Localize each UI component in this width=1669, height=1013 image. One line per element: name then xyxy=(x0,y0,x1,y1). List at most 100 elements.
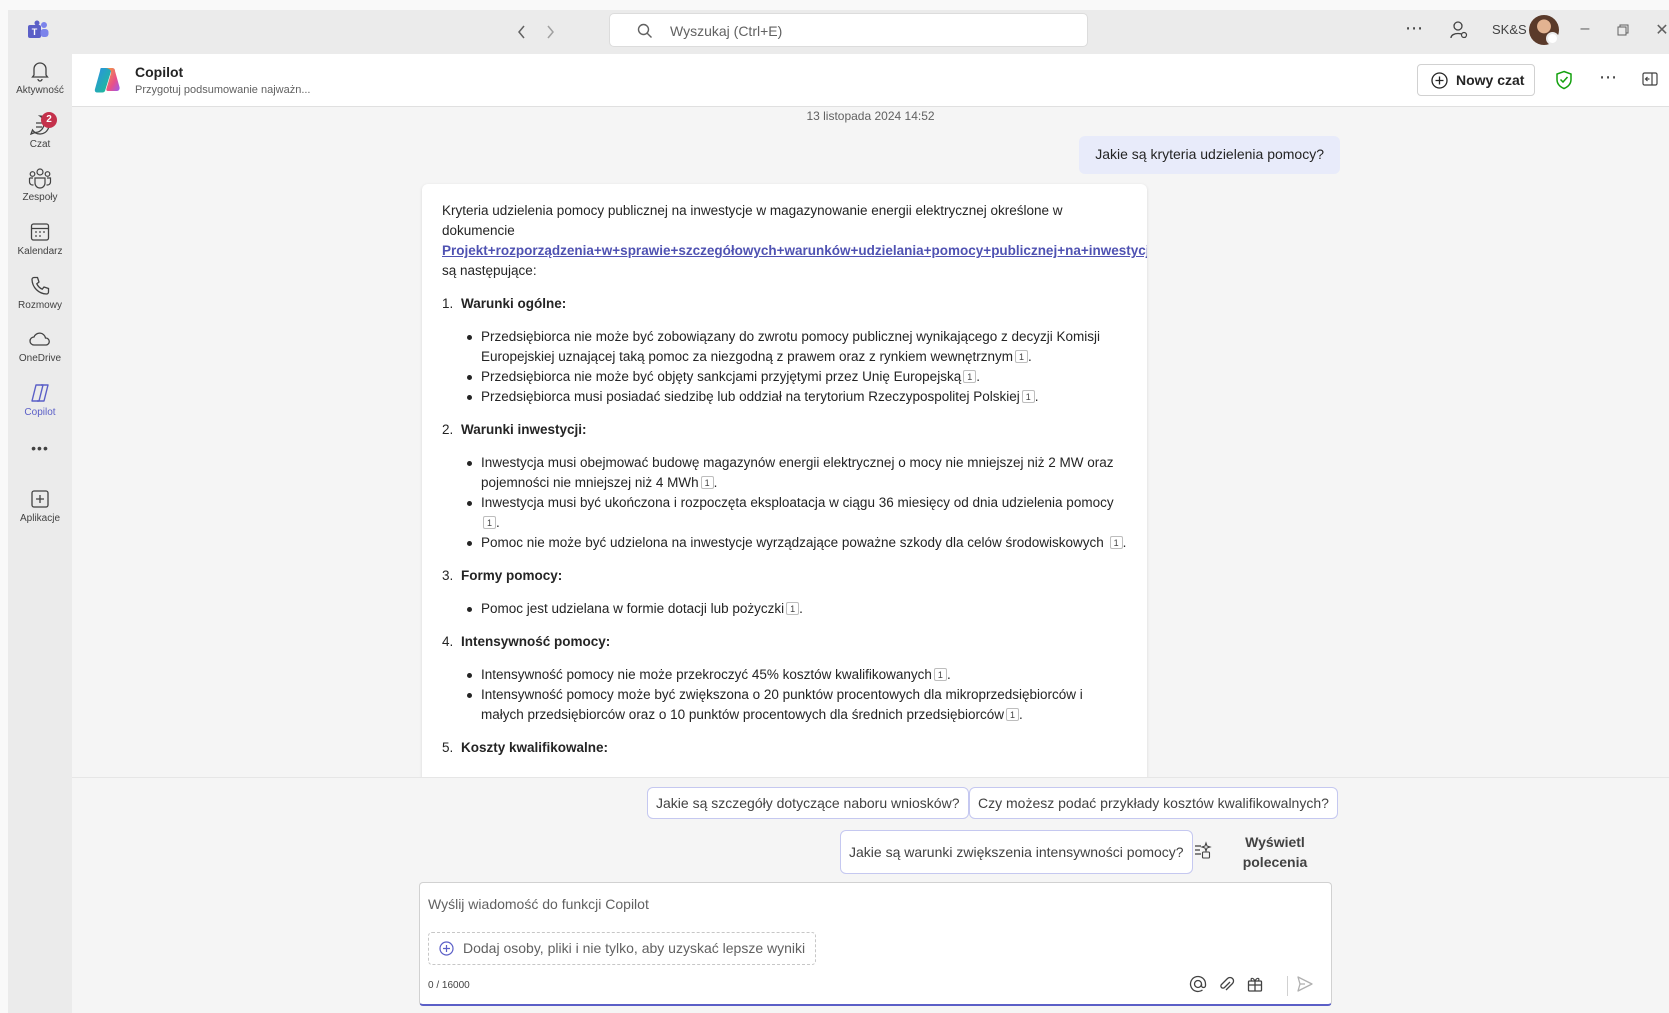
section-forms-of-aid: 3. Formy pomocy: Pomoc jest udzielana w f… xyxy=(442,566,1127,619)
section-general-conditions: 1. Warunki ogólne: Przedsiębiorca nie moż… xyxy=(442,294,1127,407)
attach-icon[interactable] xyxy=(1217,975,1235,993)
prompt-library-icon[interactable] xyxy=(1192,840,1212,860)
rail-item-chat[interactable]: 2 Czat xyxy=(8,112,72,164)
calendar-icon xyxy=(30,223,50,241)
header-more-button[interactable]: ⋯ xyxy=(1599,67,1617,88)
section-title: Warunki inwestycji: xyxy=(461,422,587,437)
section-number: 3. xyxy=(442,568,454,583)
section-title: Intensywność pomocy: xyxy=(461,634,611,649)
rail-item-calendar[interactable]: Kalendarz xyxy=(8,221,72,271)
minimize-button[interactable]: – xyxy=(1575,20,1595,38)
suggestion-chip[interactable]: Jakie są szczegóły dotyczące naboru wnio… xyxy=(647,787,969,819)
section-number: 5. xyxy=(442,740,454,755)
message-input[interactable]: Wyślij wiadomość do funkcji Copilot xyxy=(428,896,649,912)
response-intro: Kryteria udzielenia pomocy publicznej na… xyxy=(442,201,1147,281)
rail-item-calls[interactable]: Rozmowy xyxy=(8,275,72,325)
rail-label-chat: Czat xyxy=(29,139,51,150)
org-label: SK&S xyxy=(1492,22,1527,37)
more-options-button[interactable]: ⋯ xyxy=(1405,18,1424,39)
citation-button[interactable]: 1 xyxy=(1015,350,1028,363)
teams-logo-icon: T xyxy=(28,20,49,38)
cloud-icon xyxy=(29,332,50,346)
rail-label-teams: Zespoły xyxy=(22,192,58,203)
copilot-response-card: Kryteria udzielenia pomocy publicznej na… xyxy=(422,184,1147,777)
suggestion-chip[interactable]: Jakie są warunki zwiększenia intensywnoś… xyxy=(840,830,1193,874)
list-item: Przedsiębiorca musi posiadać siedzibę lu… xyxy=(462,387,1127,407)
side-panel-icon[interactable] xyxy=(1642,72,1658,86)
list-item-text: Przedsiębiorca nie może być zobowiązany … xyxy=(481,329,1101,364)
list-item-text: Przedsiębiorca musi posiadać siedzibę lu… xyxy=(481,389,1020,404)
restore-button[interactable] xyxy=(1613,20,1633,41)
show-prompts-button[interactable]: Wyświetl polecenia xyxy=(1230,832,1320,872)
shield-check-icon[interactable] xyxy=(1555,70,1573,90)
citation-button[interactable]: 1 xyxy=(786,602,800,615)
restore-icon xyxy=(1617,24,1629,36)
apps-gift-icon[interactable] xyxy=(1246,975,1264,993)
rail-item-teams[interactable]: Zespoły xyxy=(8,167,72,217)
chat-thread[interactable]: 13 listopada 2024 14:52 Jakie są kryteri… xyxy=(72,107,1669,777)
title-bar: T Wyszukaj (Ctrl+E) ⋯ SK&S – ✕ xyxy=(8,10,1669,54)
character-count: 0 / 16000 xyxy=(428,980,470,991)
section-title: Warunki ogólne: xyxy=(461,296,567,311)
citation-button[interactable]: 1 xyxy=(1021,390,1035,403)
page-title: Copilot xyxy=(135,64,184,80)
chevron-right-icon xyxy=(547,25,554,39)
toolbar-divider xyxy=(1287,976,1288,996)
rail-item-activity[interactable]: Aktywność xyxy=(8,60,72,110)
chevron-left-icon xyxy=(518,25,525,39)
list-item: Inwestycja musi być ukończona i rozpoczę… xyxy=(462,493,1127,533)
rail-label-onedrive: OneDrive xyxy=(18,353,62,364)
list-item-text: Pomoc jest udzielana w formie dotacji lu… xyxy=(481,601,785,616)
list-item-text: Intensywność pomocy nie może przekroczyć… xyxy=(481,667,932,682)
citation-button[interactable]: 1 xyxy=(933,668,947,681)
citation-button[interactable]: 1 xyxy=(483,516,496,529)
citation-button[interactable]: 1 xyxy=(1109,536,1123,549)
rail-item-copilot[interactable]: Copilot xyxy=(8,382,72,432)
apps-icon xyxy=(31,490,49,508)
rail-item-more[interactable]: ••• xyxy=(8,440,72,460)
list-item-text: Inwestycja musi być ukończona i rozpoczę… xyxy=(481,495,1114,510)
rail-label-calendar: Kalendarz xyxy=(17,246,63,257)
section-eligible-costs: 5. Koszty kwalifikowalne: xyxy=(442,738,1127,758)
message-composer[interactable]: Wyślij wiadomość do funkcji Copilot Doda… xyxy=(419,882,1332,1006)
section-number: 1. xyxy=(442,296,454,311)
forward-button[interactable] xyxy=(538,20,562,44)
citation-button[interactable]: 1 xyxy=(963,370,977,383)
suggestion-chip[interactable]: Czy możesz podać przykłady kosztów kwali… xyxy=(969,787,1338,819)
section-number: 4. xyxy=(442,634,454,649)
section-aid-intensity: 4. Intensywność pomocy: Intensywność pomo… xyxy=(442,632,1127,725)
list-item: Inwestycja musi obejmować budowę magazyn… xyxy=(462,453,1127,493)
message-timestamp: 13 listopada 2024 14:52 xyxy=(806,109,935,123)
citation-button[interactable]: 1 xyxy=(700,476,714,489)
mention-icon[interactable] xyxy=(1189,975,1207,993)
back-button[interactable] xyxy=(510,20,534,44)
list-item: Intensywność pomocy nie może przekroczyć… xyxy=(462,665,1127,685)
search-placeholder: Wyszukaj (Ctrl+E) xyxy=(670,23,783,39)
list-item: Pomoc jest udzielana w formie dotacji lu… xyxy=(462,599,1127,619)
section-investment-conditions: 2. Warunki inwestycji: Inwestycja musi ob… xyxy=(442,420,1127,553)
search-icon xyxy=(637,23,652,38)
search-input[interactable]: Wyszukaj (Ctrl+E) xyxy=(609,13,1088,47)
document-link[interactable]: Projekt+rozporządzenia+w+sprawie+szczegó… xyxy=(442,243,1147,258)
more-icon: ••• xyxy=(31,440,49,456)
section-number: 2. xyxy=(442,422,454,437)
intro-text: Kryteria udzielenia pomocy publicznej na… xyxy=(442,203,1063,238)
chat-header: Copilot Przygotuj podsumowanie najważn..… xyxy=(72,54,1669,107)
phone-icon xyxy=(31,276,50,295)
rail-item-apps[interactable]: Aplikacje xyxy=(8,488,72,538)
list-item: Przedsiębiorca nie może być objęty sankc… xyxy=(462,367,1127,387)
teams-icon xyxy=(28,168,52,189)
person-settings-icon[interactable] xyxy=(1449,20,1469,40)
svg-text:T: T xyxy=(32,27,38,37)
list-item: Intensywność pomocy może być zwiększona … xyxy=(462,685,1127,725)
citation-button[interactable]: 1 xyxy=(1006,708,1020,721)
new-chat-button[interactable]: Nowy czat xyxy=(1417,64,1535,96)
close-button[interactable]: ✕ xyxy=(1652,20,1669,40)
rail-item-onedrive[interactable]: OneDrive xyxy=(8,328,72,378)
add-context-button[interactable]: Dodaj osoby, pliki i nie tylko, aby uzys… xyxy=(428,932,817,965)
send-icon[interactable] xyxy=(1296,975,1314,993)
new-chat-label: Nowy czat xyxy=(1456,72,1525,88)
copilot-icon xyxy=(31,384,49,402)
list-item-text: Inwestycja musi obejmować budowę magazyn… xyxy=(481,455,1114,490)
add-circle-icon xyxy=(439,941,454,956)
